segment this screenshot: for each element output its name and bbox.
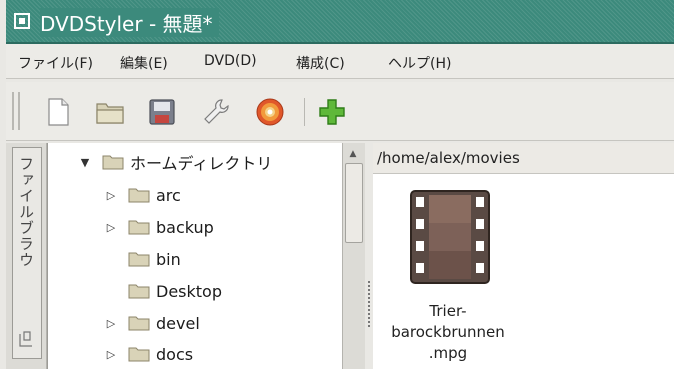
toolbar-grip[interactable] <box>12 92 20 130</box>
app-window: DVDStyler - 無題* ファイル(F) 編集(E) DVD(D) 構成(… <box>0 0 674 369</box>
toolbar-separator <box>304 98 305 126</box>
folder-icon <box>128 220 150 235</box>
menu-file[interactable]: ファイル(F) <box>18 53 93 73</box>
window-title: DVDStyler - 無題* <box>40 8 219 37</box>
tree-item-desktop[interactable]: Desktop <box>104 278 222 304</box>
folder-icon <box>128 252 150 267</box>
settings-wrench-icon[interactable] <box>200 96 232 128</box>
toolbar <box>6 82 674 141</box>
path-bar: /home/alex/movies <box>373 143 674 174</box>
menu-bar: ファイル(F) 編集(E) DVD(D) 構成(C) ヘルプ(H) <box>6 44 674 79</box>
scroll-up-arrow-icon[interactable]: ▲ <box>345 147 361 161</box>
file-browser-tab-label: ファイルブラウ <box>17 156 35 268</box>
tree-item-label: docs <box>156 344 194 364</box>
burn-disc-icon[interactable] <box>254 96 286 128</box>
file-browser-tab[interactable]: ファイルブラウ <box>12 147 42 359</box>
folder-icon <box>128 284 150 299</box>
tree-item-label: bin <box>156 249 181 269</box>
menu-configure[interactable]: 構成(C) <box>296 53 345 73</box>
tree-item-devel[interactable]: ▷ devel <box>104 310 200 336</box>
file-name-line: barockbrunnen <box>391 323 505 341</box>
title-bar[interactable]: DVDStyler - 無題* <box>6 0 674 44</box>
new-file-icon[interactable] <box>42 96 74 128</box>
folder-icon <box>128 347 150 362</box>
collapse-arrow-icon[interactable]: ▼ <box>78 156 92 169</box>
tree-scrollbar[interactable]: ▲ <box>342 143 365 369</box>
tree-root[interactable]: ▼ ホームディレクトリ <box>78 149 273 175</box>
scrollbar-thumb[interactable] <box>345 163 363 243</box>
menu-edit[interactable]: 編集(E) <box>120 53 168 73</box>
tree-item-label: arc <box>156 185 181 205</box>
side-tab-strip: ファイルブラウ <box>6 143 47 369</box>
folder-icon <box>128 188 150 203</box>
tree-item-docs[interactable]: ▷ docs <box>104 341 193 367</box>
splitter-grip[interactable] <box>368 281 370 327</box>
video-film-icon <box>410 190 490 284</box>
expand-arrow-icon[interactable]: ▷ <box>104 317 118 330</box>
pane-splitter[interactable] <box>365 143 373 369</box>
expand-arrow-icon[interactable]: ▷ <box>104 348 118 361</box>
file-name-line: .mpg <box>428 344 468 362</box>
tree-item-label: devel <box>156 313 200 333</box>
add-icon[interactable] <box>316 96 348 128</box>
tree-item-label: Desktop <box>156 281 222 301</box>
folder-tab-icon <box>19 331 32 347</box>
menu-dvd[interactable]: DVD(D) <box>204 53 257 69</box>
open-folder-icon[interactable] <box>94 96 126 128</box>
file-name: Trier- barockbrunnen .mpg <box>373 301 523 364</box>
tree-item-backup[interactable]: ▷ backup <box>104 214 214 240</box>
tree-root-label: ホームディレクトリ <box>130 154 273 173</box>
menu-help[interactable]: ヘルプ(H) <box>388 53 451 73</box>
save-icon[interactable] <box>146 96 178 128</box>
expand-arrow-icon[interactable]: ▷ <box>104 189 118 202</box>
folder-icon <box>128 316 150 331</box>
file-name-line: Trier- <box>429 302 467 320</box>
tree-item-arc[interactable]: ▷ arc <box>104 182 181 208</box>
directory-tree: ▼ ホームディレクトリ ▷ arc ▷ backup bin Desktop ▷… <box>47 143 343 369</box>
current-path: /home/alex/movies <box>377 149 520 167</box>
folder-icon <box>102 155 124 170</box>
expand-arrow-icon[interactable]: ▷ <box>104 221 118 234</box>
file-view: /home/alex/movies Trier- barockbrunnen .… <box>373 143 674 369</box>
tree-item-label: backup <box>156 217 214 237</box>
tree-item-bin[interactable]: bin <box>104 246 181 272</box>
window-menu-icon[interactable] <box>14 13 30 29</box>
